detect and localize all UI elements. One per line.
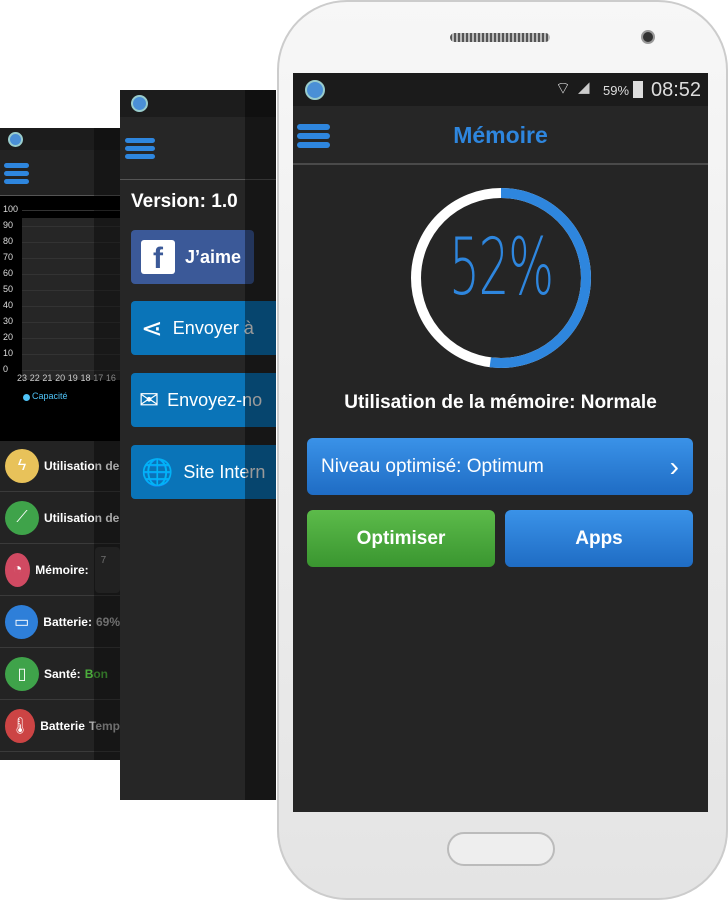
- x-tick-label: 21: [42, 373, 53, 383]
- stat-label: Batterie: [40, 718, 85, 733]
- y-tick-label: 100: [3, 204, 19, 214]
- battery-percent: 59%: [603, 83, 630, 98]
- optimization-level-button[interactable]: Niveau optimisé: Optimum ›: [307, 438, 693, 495]
- share-label: Envoyer à: [172, 317, 254, 338]
- y-tick-label: 60: [3, 268, 14, 278]
- stat-label: Santé:: [44, 666, 81, 681]
- wifi-icon: ⌔: [555, 79, 571, 98]
- app-icon: [305, 80, 325, 100]
- optimize-button[interactable]: Optimiser: [307, 510, 495, 567]
- app-icon: [8, 132, 23, 147]
- x-tick-label: 19: [67, 373, 78, 383]
- lightning-icon: ϟ: [5, 448, 39, 483]
- menu-icon[interactable]: [125, 138, 155, 159]
- shadow: [94, 128, 120, 760]
- status-bar: ⌔ ◢ 59% 08:52: [293, 73, 708, 106]
- stat-label: Mémoire:: [35, 562, 89, 577]
- facebook-icon: f: [141, 240, 175, 275]
- optimization-level-label: Niveau optimisé: Optimum: [321, 455, 544, 477]
- x-tick-label: 22: [29, 373, 40, 383]
- x-tick-label: 20: [55, 373, 66, 383]
- signal-icon: ◢: [578, 79, 590, 96]
- y-tick-label: 50: [3, 284, 14, 294]
- thermometer-icon: 🌡: [5, 708, 36, 743]
- battery-icon: ▭: [5, 604, 39, 639]
- mail-icon: ✉: [139, 386, 160, 414]
- y-tick-label: 70: [3, 252, 14, 262]
- y-tick-label: 10: [3, 348, 14, 358]
- about-screen: Version: 1.0 f J’aime ⋖ Envoyer à ✉ Envo…: [120, 90, 276, 800]
- chevron-right-icon: ›: [669, 450, 679, 482]
- x-tick-label: 23: [17, 373, 28, 383]
- tablet-icon: ▯: [5, 656, 39, 691]
- shadow: [245, 90, 276, 800]
- pie-chart-icon: ◔: [5, 552, 31, 587]
- share-icon: ⋖: [141, 312, 163, 343]
- apps-button[interactable]: Apps: [505, 510, 693, 567]
- memory-usage-text: Utilisation de la mémoire: Normale: [344, 392, 657, 413]
- stats-screen: 100 90 80 70 60 50 40 30 20 10 0 23 22 21 20 19 18 17 16 C…: [0, 128, 120, 760]
- speaker-grille: [450, 33, 550, 42]
- menu-icon[interactable]: [4, 163, 29, 184]
- y-tick-label: 90: [3, 220, 14, 230]
- header: Mémoire: [293, 106, 708, 165]
- stat-label: Batterie:: [43, 614, 92, 629]
- globe-icon: 🌐: [141, 456, 174, 487]
- like-label: J’aime: [185, 246, 242, 267]
- battery-icon: [633, 81, 643, 98]
- version-label: Version: 1.0: [131, 191, 238, 212]
- memory-screen: ⌔ ◢ 59% 08:52 Mémoire 52% Utilisation de…: [293, 73, 708, 812]
- y-tick-label: 40: [3, 300, 14, 310]
- page-title: Mémoire: [453, 122, 548, 148]
- clock: 08:52: [651, 79, 702, 101]
- home-button[interactable]: [447, 832, 555, 866]
- y-tick-label: 80: [3, 236, 14, 246]
- like-button[interactable]: f J’aime: [131, 230, 254, 284]
- memory-percent: 52%: [449, 223, 554, 313]
- y-tick-label: 20: [3, 332, 14, 342]
- app-icon: [131, 95, 148, 112]
- legend-dot: [23, 394, 30, 401]
- chart-line-icon: ⟋: [5, 500, 39, 535]
- x-tick-label: 18: [80, 373, 91, 383]
- legend-label: Capacité: [32, 391, 68, 401]
- camera: [641, 30, 655, 44]
- y-tick-label: 30: [3, 316, 14, 326]
